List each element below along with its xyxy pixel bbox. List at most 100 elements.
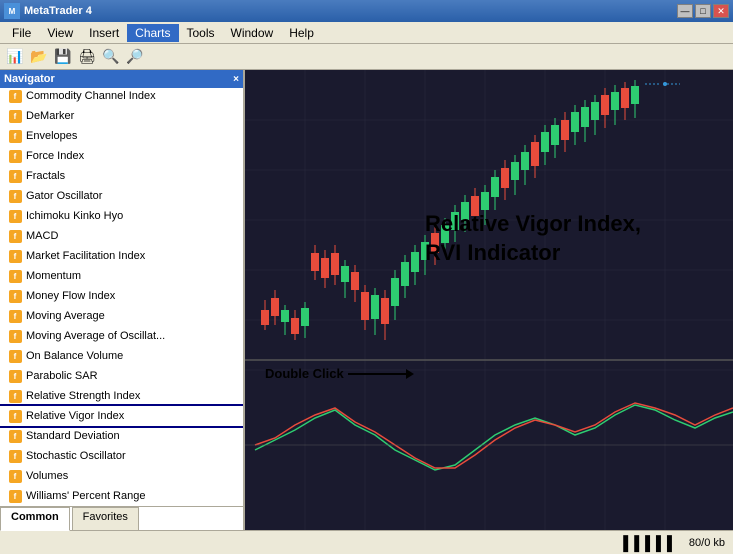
nav-icon-6: f: [8, 169, 22, 183]
bar-chart-icon: ▐▐▐▐▐: [618, 535, 673, 551]
navigator-item-18[interactable]: f Relative Vigor Index: [0, 406, 243, 426]
zoom-out-icon[interactable]: 🔎: [124, 46, 146, 68]
navigator-item-6[interactable]: f Fractals: [0, 166, 243, 186]
menu-view[interactable]: View: [39, 24, 81, 42]
nav-label-16: Parabolic SAR: [26, 370, 98, 382]
navigator-item-11[interactable]: f Momentum: [0, 266, 243, 286]
nav-icon-14: f: [8, 329, 22, 343]
nav-icon-3: f: [8, 109, 22, 123]
save-icon[interactable]: 💾: [52, 46, 74, 68]
title-bar-controls[interactable]: — □ ✕: [677, 4, 729, 18]
nav-label-10: Market Facilitation Index: [26, 250, 145, 262]
nav-icon-5: f: [8, 149, 22, 163]
navigator-item-21[interactable]: f Volumes: [0, 466, 243, 486]
navigator-item-20[interactable]: f Stochastic Oscillator: [0, 446, 243, 466]
menu-window[interactable]: Window: [223, 24, 282, 42]
close-button[interactable]: ✕: [713, 4, 729, 18]
nav-icon-19: f: [8, 429, 22, 443]
nav-label-14: Moving Average of Oscillat...: [26, 330, 165, 342]
nav-icon-8: f: [8, 209, 22, 223]
toolbar: 📊 📂 💾 🖨 🔍 🔎: [0, 44, 733, 70]
navigator-item-10[interactable]: fMarket Facilitation Index: [0, 246, 243, 266]
zoom-in-icon[interactable]: 🔍: [100, 46, 122, 68]
main-content: Navigator × fBollinger BandsfBulls Power…: [0, 70, 733, 530]
nav-label-5: Force Index: [26, 150, 84, 162]
navigator-header: Navigator ×: [0, 70, 243, 88]
navigator-item-13[interactable]: f Moving Average: [0, 306, 243, 326]
nav-label-21: Volumes: [26, 470, 68, 482]
nav-label-11: Momentum: [26, 270, 81, 282]
nav-label-17: Relative Strength Index: [26, 390, 140, 402]
chart-svg: [245, 70, 733, 530]
nav-label-7: Gator Oscillator: [26, 190, 102, 202]
navigator-item-7[interactable]: f Gator Oscillator: [0, 186, 243, 206]
double-click-arrow-icon: [348, 373, 408, 375]
double-click-label: Double Click: [265, 366, 344, 381]
menu-file[interactable]: File: [4, 24, 39, 42]
nav-label-20: Stochastic Oscillator: [26, 450, 126, 462]
open-icon[interactable]: 📂: [28, 46, 50, 68]
maximize-button[interactable]: □: [695, 4, 711, 18]
nav-icon-12: f: [8, 289, 22, 303]
bar-icon-status: ▐▐▐▐▐: [618, 535, 673, 551]
new-chart-icon[interactable]: 📊: [4, 46, 26, 68]
menu-tools[interactable]: Tools: [179, 24, 223, 42]
title-bar-left: M MetaTrader 4: [4, 3, 92, 19]
nav-icon-20: f: [8, 449, 22, 463]
nav-label-19: Standard Deviation: [26, 430, 120, 442]
navigator-item-16[interactable]: f Parabolic SAR: [0, 366, 243, 386]
nav-label-18: Relative Vigor Index: [26, 410, 124, 422]
svg-text:M: M: [9, 7, 16, 16]
navigator-item-19[interactable]: f Standard Deviation: [0, 426, 243, 446]
nav-icon-17: f: [8, 389, 22, 403]
nav-icon-13: f: [8, 309, 22, 323]
navigator-list: fBollinger BandsfBulls PowerfCommodity C…: [0, 88, 243, 506]
navigator-item-8[interactable]: f Ichimoku Kinko Hyo: [0, 206, 243, 226]
menu-charts[interactable]: Charts: [127, 24, 178, 42]
menu-help[interactable]: Help: [281, 24, 322, 42]
nav-label-12: Money Flow Index: [26, 290, 115, 302]
menu-insert[interactable]: Insert: [81, 24, 127, 42]
app-icon: M: [4, 3, 20, 19]
nav-label-8: Ichimoku Kinko Hyo: [26, 210, 123, 222]
nav-label-22: Williams' Percent Range: [26, 490, 145, 502]
nav-label-9: MACD: [26, 230, 58, 242]
status-bar: ▐▐▐▐▐ 80/0 kb: [0, 530, 733, 554]
navigator-item-15[interactable]: f On Balance Volume: [0, 346, 243, 366]
navigator-item-14[interactable]: f Moving Average of Oscillat...: [0, 326, 243, 346]
nav-label-2: Commodity Channel Index: [26, 90, 156, 102]
nav-icon-22: f: [8, 489, 22, 503]
navigator-close-button[interactable]: ×: [233, 74, 239, 85]
nav-icon-4: f: [8, 129, 22, 143]
nav-label-4: Envelopes: [26, 130, 77, 142]
nav-label-13: Moving Average: [26, 310, 105, 322]
tab-common[interactable]: Common: [0, 507, 70, 531]
navigator-item-2[interactable]: f Commodity Channel Index: [0, 88, 243, 106]
window-title: MetaTrader 4: [24, 5, 92, 17]
nav-icon-7: f: [8, 189, 22, 203]
nav-icon-16: f: [8, 369, 22, 383]
print-icon[interactable]: 🖨: [76, 46, 98, 68]
nav-label-3: DeMarker: [26, 110, 74, 122]
navigator-item-4[interactable]: f Envelopes: [0, 126, 243, 146]
nav-icon-2: f: [8, 89, 22, 103]
nav-label-15: On Balance Volume: [26, 350, 123, 362]
navigator-title: Navigator: [4, 73, 55, 85]
nav-icon-21: f: [8, 469, 22, 483]
tab-favorites[interactable]: Favorites: [72, 507, 139, 530]
navigator-panel: Navigator × fBollinger BandsfBulls Power…: [0, 70, 245, 530]
navigator-item-3[interactable]: f DeMarker: [0, 106, 243, 126]
nav-icon-11: f: [8, 269, 22, 283]
navigator-item-17[interactable]: f Relative Strength Index: [0, 386, 243, 406]
chart-area[interactable]: Relative Vigor Index, RVI Indicator Doub…: [245, 70, 733, 530]
nav-icon-18: f: [8, 409, 22, 423]
navigator-item-22[interactable]: f Williams' Percent Range: [0, 486, 243, 506]
nav-icon-15: f: [8, 349, 22, 363]
navigator-item-12[interactable]: f Money Flow Index: [0, 286, 243, 306]
navigator-item-5[interactable]: f Force Index: [0, 146, 243, 166]
navigator-item-9[interactable]: f MACD: [0, 226, 243, 246]
memory-status: 80/0 kb: [689, 537, 725, 549]
nav-label-6: Fractals: [26, 170, 65, 182]
nav-icon-9: f: [8, 229, 22, 243]
minimize-button[interactable]: —: [677, 4, 693, 18]
